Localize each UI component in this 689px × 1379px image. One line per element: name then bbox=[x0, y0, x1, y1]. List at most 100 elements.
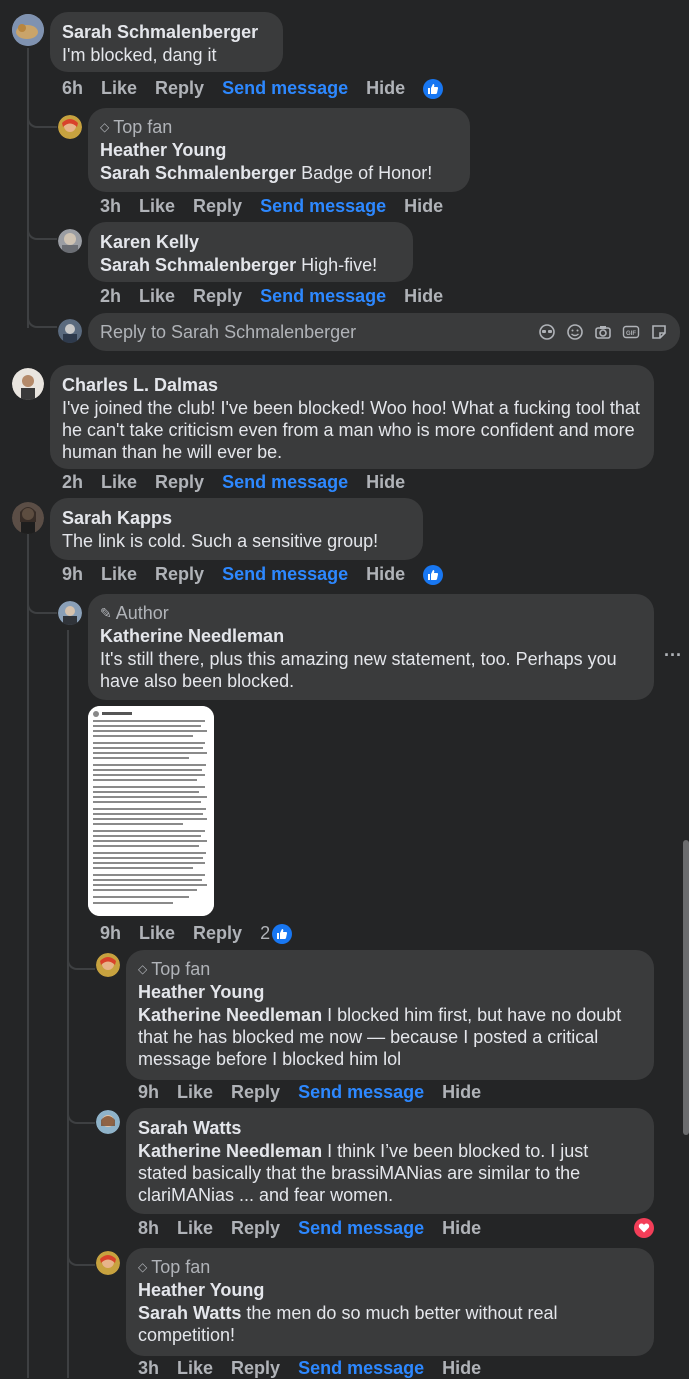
reply-button[interactable]: Reply bbox=[155, 78, 204, 99]
comment-author[interactable]: Sarah Kapps bbox=[62, 506, 411, 530]
reply-button[interactable]: Reply bbox=[231, 1082, 280, 1103]
send-message-button[interactable]: Send message bbox=[222, 78, 348, 99]
like-reaction-icon[interactable] bbox=[423, 564, 444, 585]
comment-author[interactable]: Sarah Schmalenberger bbox=[62, 20, 271, 44]
send-message-button[interactable]: Send message bbox=[298, 1082, 424, 1103]
attached-screenshot-image[interactable] bbox=[88, 706, 214, 916]
avatar[interactable] bbox=[58, 601, 82, 625]
comment-text: The link is cold. Such a sensitive group… bbox=[62, 531, 379, 551]
like-button[interactable]: Like bbox=[139, 196, 175, 217]
comment-actions: 2h Like Reply Send message Hide bbox=[62, 472, 405, 493]
hide-button[interactable]: Hide bbox=[404, 196, 443, 217]
current-user-avatar[interactable] bbox=[58, 319, 82, 343]
like-reaction-icon bbox=[272, 923, 293, 944]
reply-button[interactable]: Reply bbox=[155, 472, 204, 493]
reply-button[interactable]: Reply bbox=[193, 196, 242, 217]
reply-button[interactable]: Reply bbox=[231, 1358, 280, 1379]
comment-body: Badge of Honor! bbox=[301, 163, 433, 183]
top-fan-badge: ◇ Top fan bbox=[100, 116, 458, 138]
like-button[interactable]: Like bbox=[101, 564, 137, 585]
avatar[interactable] bbox=[96, 1110, 120, 1134]
comment-text: It's still there, plus this amazing new … bbox=[100, 649, 617, 691]
reaction-summary[interactable]: 2 bbox=[260, 923, 293, 944]
comment-bubble: ◇ Top fan Heather Young Sarah Schmalenbe… bbox=[88, 108, 470, 192]
scrollbar-thumb[interactable] bbox=[683, 840, 689, 1135]
like-reaction-icon[interactable] bbox=[423, 78, 444, 99]
like-button[interactable]: Like bbox=[177, 1082, 213, 1103]
comment-author[interactable]: Heather Young bbox=[138, 1278, 642, 1302]
top-fan-badge: ◇ Top fan bbox=[138, 1256, 642, 1278]
avatar[interactable] bbox=[96, 953, 120, 977]
thread-connector bbox=[27, 308, 57, 328]
hide-button[interactable]: Hide bbox=[366, 472, 405, 493]
like-button[interactable]: Like bbox=[139, 923, 175, 944]
like-button[interactable]: Like bbox=[177, 1218, 213, 1239]
avatar[interactable] bbox=[12, 14, 44, 46]
timestamp[interactable]: 9h bbox=[62, 564, 83, 585]
mention-link[interactable]: Sarah Schmalenberger bbox=[100, 163, 296, 183]
hide-button[interactable]: Hide bbox=[366, 78, 405, 99]
hide-button[interactable]: Hide bbox=[404, 286, 443, 307]
comment-author[interactable]: Heather Young bbox=[138, 980, 642, 1004]
comment-bubble: Karen Kelly Sarah Schmalenberger High-fi… bbox=[88, 222, 413, 282]
timestamp[interactable]: 9h bbox=[100, 923, 121, 944]
gif-icon[interactable]: GIF bbox=[622, 323, 640, 341]
diamond-icon: ◇ bbox=[138, 962, 148, 976]
send-message-button[interactable]: Send message bbox=[222, 564, 348, 585]
avatar[interactable] bbox=[12, 502, 44, 534]
timestamp[interactable]: 3h bbox=[100, 196, 121, 217]
mention-link[interactable]: Katherine Needleman bbox=[138, 1005, 322, 1025]
reply-button[interactable]: Reply bbox=[193, 923, 242, 944]
avatar[interactable] bbox=[58, 115, 82, 139]
timestamp[interactable]: 8h bbox=[138, 1218, 159, 1239]
emoji-icon[interactable] bbox=[566, 323, 584, 341]
comment-author[interactable]: Sarah Watts bbox=[138, 1116, 642, 1140]
timestamp[interactable]: 3h bbox=[138, 1358, 159, 1379]
like-button[interactable]: Like bbox=[101, 472, 137, 493]
avatar-sticker-icon[interactable] bbox=[538, 323, 556, 341]
camera-icon[interactable] bbox=[594, 323, 612, 341]
timestamp[interactable]: 2h bbox=[100, 286, 121, 307]
reply-button[interactable]: Reply bbox=[193, 286, 242, 307]
comment-bubble: ✎ Author Katherine Needleman It's still … bbox=[88, 594, 654, 700]
timestamp[interactable]: 9h bbox=[138, 1082, 159, 1103]
comment-author[interactable]: Katherine Needleman bbox=[100, 624, 642, 648]
comment-author[interactable]: Charles L. Dalmas bbox=[62, 373, 642, 397]
sticker-icon[interactable] bbox=[650, 323, 668, 341]
timestamp[interactable]: 6h bbox=[62, 78, 83, 99]
comment-bubble: Sarah Schmalenberger I'm blocked, dang i… bbox=[50, 12, 283, 72]
avatar[interactable] bbox=[58, 229, 82, 253]
like-button[interactable]: Like bbox=[177, 1358, 213, 1379]
send-message-button[interactable]: Send message bbox=[298, 1218, 424, 1239]
hide-button[interactable]: Hide bbox=[442, 1082, 481, 1103]
thread-connector bbox=[67, 950, 95, 970]
hide-button[interactable]: Hide bbox=[442, 1358, 481, 1379]
reply-button[interactable]: Reply bbox=[155, 564, 204, 585]
comment-author[interactable]: Heather Young bbox=[100, 138, 458, 162]
send-message-button[interactable]: Send message bbox=[260, 196, 386, 217]
love-reaction-icon[interactable] bbox=[634, 1218, 654, 1238]
reply-input[interactable]: Reply to Sarah Schmalenberger GIF bbox=[88, 313, 680, 351]
mention-link[interactable]: Sarah Schmalenberger bbox=[100, 255, 296, 275]
reaction-count: 2 bbox=[260, 923, 271, 943]
mention-link[interactable]: Sarah Watts bbox=[138, 1303, 241, 1323]
avatar[interactable] bbox=[96, 1251, 120, 1275]
thread-connector bbox=[67, 1104, 95, 1124]
avatar[interactable] bbox=[12, 368, 44, 400]
comment-text: Sarah Watts the men do so much better wi… bbox=[138, 1302, 642, 1346]
send-message-button[interactable]: Send message bbox=[260, 286, 386, 307]
comment-author[interactable]: Karen Kelly bbox=[100, 230, 401, 254]
mention-link[interactable]: Katherine Needleman bbox=[138, 1141, 322, 1161]
hide-button[interactable]: Hide bbox=[442, 1218, 481, 1239]
more-options-icon[interactable]: ... bbox=[664, 640, 682, 661]
send-message-button[interactable]: Send message bbox=[298, 1358, 424, 1379]
badge-label: Top fan bbox=[151, 959, 211, 979]
hide-button[interactable]: Hide bbox=[366, 564, 405, 585]
reply-button[interactable]: Reply bbox=[231, 1218, 280, 1239]
comment-text: Sarah Schmalenberger Badge of Honor! bbox=[100, 162, 458, 184]
thread-connector bbox=[27, 220, 57, 240]
timestamp[interactable]: 2h bbox=[62, 472, 83, 493]
like-button[interactable]: Like bbox=[139, 286, 175, 307]
send-message-button[interactable]: Send message bbox=[222, 472, 348, 493]
like-button[interactable]: Like bbox=[101, 78, 137, 99]
